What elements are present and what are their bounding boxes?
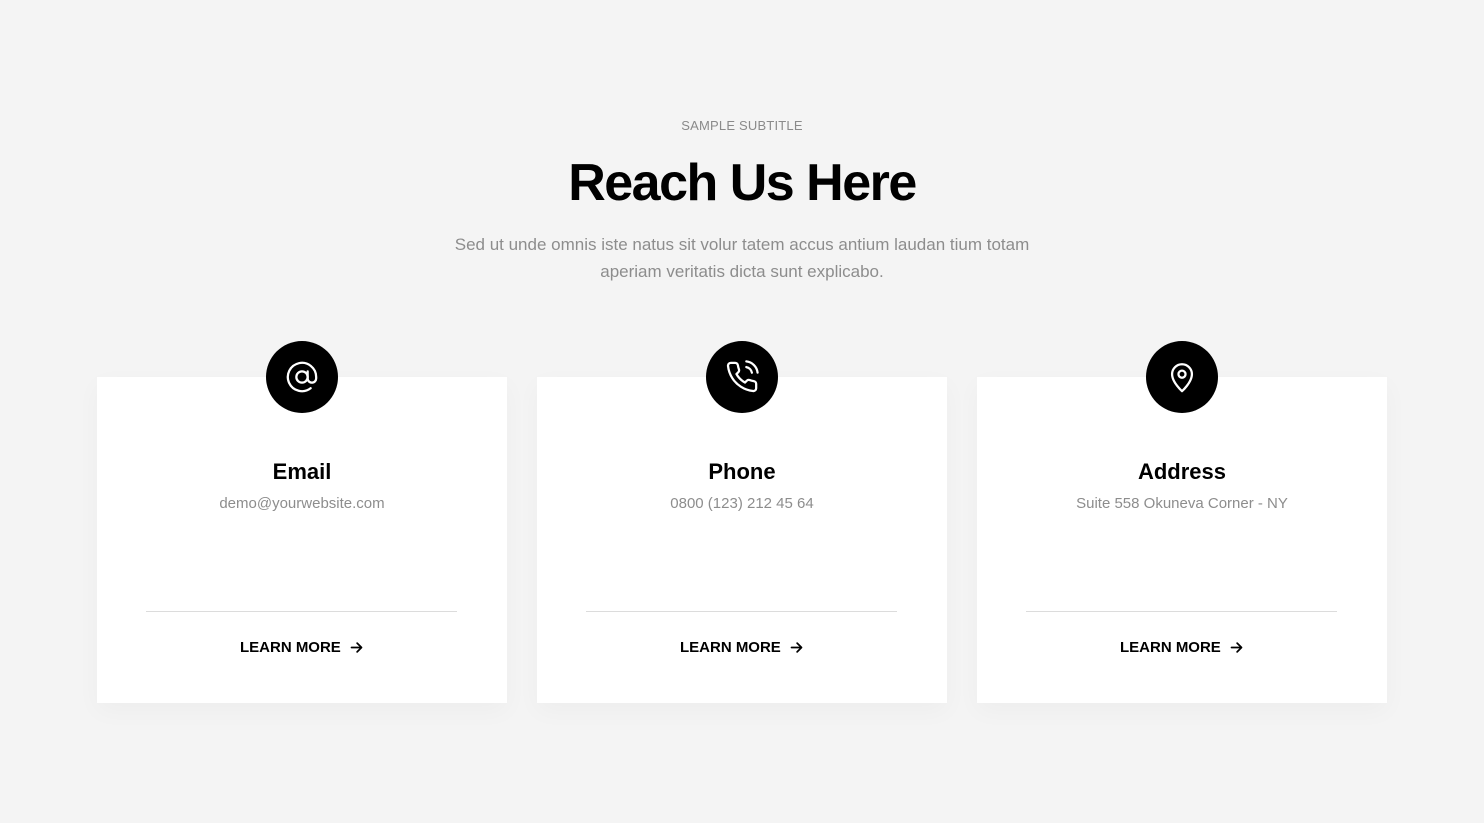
card-title: Phone	[708, 459, 776, 484]
arrow-right-icon	[790, 641, 803, 653]
phone-call-icon	[726, 360, 759, 393]
email-icon-badge	[266, 341, 338, 413]
card-divider	[1026, 611, 1337, 612]
card-title: Email	[272, 459, 332, 484]
learn-more-label: LEARN MORE	[1119, 639, 1221, 657]
contact-card-email: Email demo@yourwebsite.com LEARN MORE	[97, 341, 507, 703]
arrow-right-icon	[350, 641, 363, 653]
address-text: Suite 558 Okuneva Corner - NY	[1076, 495, 1288, 512]
phone-icon-badge	[706, 341, 778, 413]
learn-more-link-address[interactable]: LEARN MORE	[977, 636, 1387, 660]
card-divider	[146, 611, 457, 612]
section-description: Sed ut unde omnis iste natus sit volur t…	[454, 235, 1030, 281]
card-divider	[586, 611, 897, 612]
location-pin-icon	[1170, 363, 1194, 393]
arrow-right-icon	[1230, 641, 1243, 653]
learn-more-label: LEARN MORE	[679, 639, 781, 657]
learn-more-link-email[interactable]: LEARN MORE	[97, 636, 507, 660]
email-address: demo@yourwebsite.com	[219, 495, 385, 512]
section-subtitle: SAMPLE SUBTITLE	[681, 118, 803, 133]
contact-card-address: Address Suite 558 Okuneva Corner - NY LE…	[977, 341, 1387, 703]
at-sign-icon	[286, 361, 318, 393]
card-title: Address	[1137, 459, 1227, 484]
section-title: Reach Us Here	[568, 154, 917, 212]
learn-more-label: LEARN MORE	[239, 639, 341, 657]
learn-more-link-phone[interactable]: LEARN MORE	[537, 636, 947, 660]
address-icon-badge	[1146, 341, 1218, 413]
phone-number: 0800 (123) 212 45 64	[670, 495, 814, 512]
contact-card-phone: Phone 0800 (123) 212 45 64 LEARN MORE	[537, 341, 947, 703]
